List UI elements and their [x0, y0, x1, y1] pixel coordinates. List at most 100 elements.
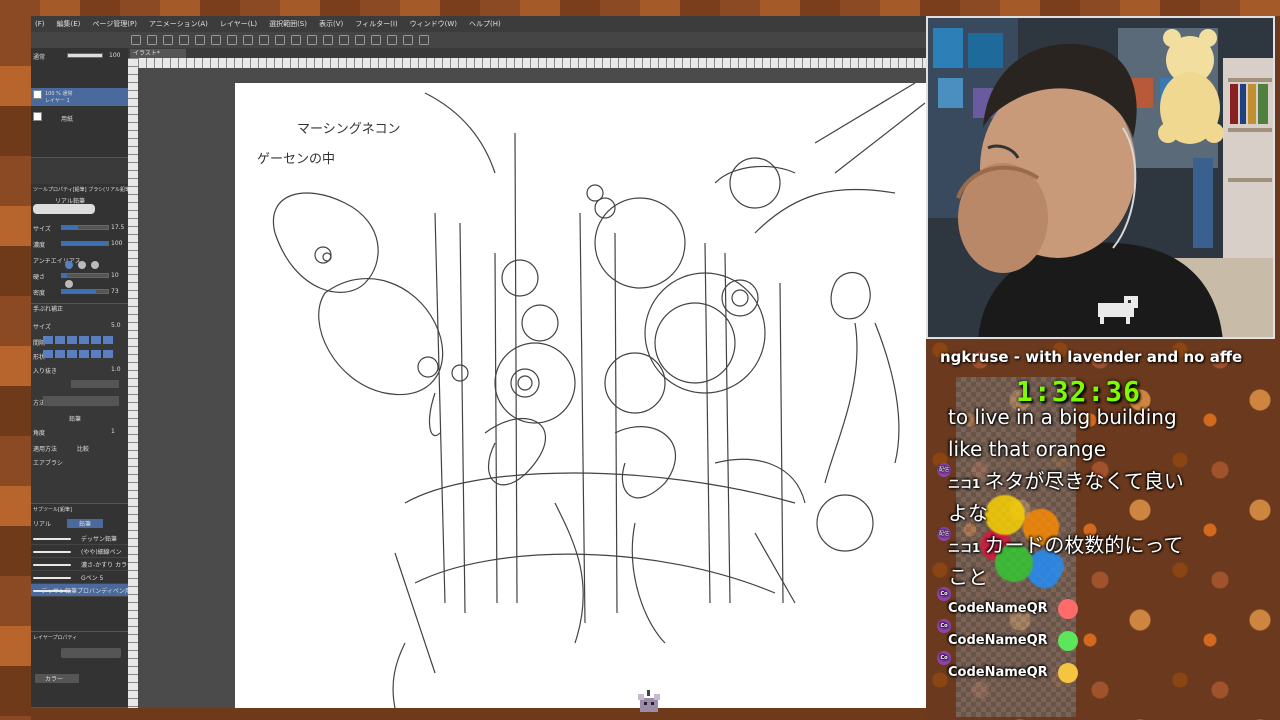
shape-selector[interactable] [43, 350, 113, 358]
invert-selection-icon[interactable] [339, 35, 349, 45]
chat-text: こと [948, 565, 988, 589]
menu-bar: (F) 編集(E) ページ管理(P) アニメーション(A) レイヤー(L) 選択… [31, 16, 926, 32]
ruler-icon[interactable] [355, 35, 365, 45]
menu-view[interactable]: 表示(V) [319, 19, 343, 29]
drawing-paper[interactable]: マーシングネコン ゲーセンの中 [235, 83, 926, 708]
snap-icon[interactable] [387, 35, 397, 45]
menu-help[interactable]: ヘルプ(H) [469, 19, 501, 29]
chat-username: ニコ1 [948, 541, 981, 555]
chat-badge: 配信 [937, 527, 951, 541]
settings-icon[interactable] [195, 35, 205, 45]
chat-message: Co CodeNameQR [937, 651, 1248, 689]
canvas-tab[interactable]: イラスト* [130, 49, 186, 58]
webcam-feed [926, 16, 1275, 339]
chat-username: CodeNameQR [948, 633, 1048, 648]
sub-tool-tab-real[interactable]: リアル [33, 519, 51, 528]
canvas-note-2: ゲーセンの中 [257, 152, 335, 167]
density-label: 濃度 [33, 242, 46, 249]
size-slider[interactable] [61, 225, 109, 230]
undo-icon[interactable] [211, 35, 221, 45]
brush-name: デッサン鉛筆 [81, 536, 118, 543]
layer-row-1[interactable]: 100 % 通常 レイヤー 1 [31, 88, 128, 106]
stream-frame-bottom [31, 708, 926, 720]
canvas-note-1: マーシングネコン [297, 122, 400, 137]
antialias-options[interactable] [65, 254, 109, 288]
print-icon[interactable] [179, 35, 189, 45]
texture-density-value: 73 [111, 288, 119, 295]
brush-item[interactable]: (やや)細線ペン [31, 545, 128, 558]
clip-studio-window: (F) 編集(E) ページ管理(P) アニメーション(A) レイヤー(L) 選択… [31, 16, 926, 708]
stroke-options[interactable] [71, 380, 119, 388]
brush-name: Gペン 5 [81, 575, 104, 582]
brush-name: 濃さ-かすり カラー [81, 562, 134, 569]
brush-stroke-preview [33, 564, 71, 566]
crop-icon[interactable] [291, 35, 301, 45]
brush-item[interactable]: デッサン鉛筆プロバンディペン用 [31, 584, 131, 597]
left-panel: 通常 100 100 % 通常 レイヤー 1 用紙 ツールプロパティ[鉛筆] ブ… [31, 48, 133, 708]
interval-selector[interactable] [43, 336, 113, 344]
hardness-slider[interactable] [61, 273, 109, 278]
deselect-icon[interactable] [323, 35, 333, 45]
loading-icon[interactable] [243, 35, 253, 45]
size-value: 17.5 [111, 224, 125, 231]
smile-emote [1058, 598, 1079, 619]
fill-icon[interactable] [259, 35, 269, 45]
menu-selection[interactable]: 選択範囲(S) [269, 19, 307, 29]
density-slider[interactable] [61, 241, 109, 246]
chat-badge: Co [937, 651, 951, 665]
layer-property-header: レイヤープロパティ [33, 635, 78, 641]
layer-opacity-value: 100 [109, 52, 121, 59]
detail-row-label: 鉛筆 [69, 416, 82, 423]
method-selector[interactable] [43, 396, 119, 406]
thumbs-up-emote [1058, 662, 1079, 683]
chat-message: Co CodeNameQR [937, 587, 1248, 625]
layer-color-dropdown[interactable]: カラー [35, 674, 80, 683]
brush-stroke-preview [33, 551, 71, 553]
chat-badge: Co [937, 619, 951, 633]
clear-icon[interactable] [307, 35, 317, 45]
menu-animation[interactable]: アニメーション(A) [149, 19, 208, 29]
detail-row-value: 5.0 [111, 322, 121, 329]
layer-effect-icons[interactable] [61, 648, 121, 658]
layer-opacity-slider[interactable] [67, 53, 103, 58]
pen-icon[interactable] [371, 35, 381, 45]
chat-message: like that orange [948, 433, 1248, 465]
detail-row-value[interactable]: 比較 [77, 444, 89, 453]
texture-density-slider[interactable] [61, 289, 109, 294]
save-icon[interactable] [163, 35, 173, 45]
menu-edit[interactable]: 編集(E) [57, 19, 81, 29]
layer-name: 100 % 通常 レイヤー 1 [45, 91, 73, 104]
size-label: サイズ [33, 226, 51, 233]
chat-text: like that orange [948, 437, 1107, 461]
sub-tool-header: サブツール[鉛筆] [33, 507, 72, 513]
new-file-icon[interactable] [131, 35, 141, 45]
brush-item[interactable]: 濃さ-かすり カラー [31, 558, 133, 571]
chat-text: to live in a big building [948, 405, 1177, 429]
sub-tool-tab-pencil[interactable]: 鉛筆 [67, 519, 104, 528]
layer-row-paper[interactable]: 用紙 [31, 110, 128, 124]
redo-icon[interactable] [227, 35, 237, 45]
stream-frame-left [0, 16, 31, 720]
open-file-icon[interactable] [147, 35, 157, 45]
brush-item[interactable]: デッサン鉛筆 [31, 532, 128, 545]
transform-icon[interactable] [275, 35, 285, 45]
menu-file[interactable]: (F) [35, 20, 45, 28]
menu-filter[interactable]: フィルター(I) [355, 19, 397, 29]
layer-property-palette: レイヤープロパティ カラー [31, 632, 128, 708]
grid-icon[interactable] [403, 35, 413, 45]
hardness-value: 10 [111, 272, 119, 279]
chat-badge: 配信 [937, 463, 951, 477]
chat-badge: Co [937, 587, 951, 601]
chat-text: ネタが尽きなくて良い [984, 469, 1184, 493]
layer-blend-mode[interactable]: 通常 [33, 52, 45, 61]
chat-text: よな [948, 501, 988, 525]
chat-message: こと [948, 561, 1248, 593]
menu-layer[interactable]: レイヤー(L) [220, 19, 257, 29]
menu-page[interactable]: ページ管理(P) [92, 19, 137, 29]
density-value: 100 [111, 240, 123, 247]
texture-density-label: 密度 [33, 290, 46, 297]
brush-item[interactable]: Gペン 5 [31, 571, 128, 584]
symmetry-icon[interactable] [419, 35, 429, 45]
horizontal-ruler [138, 58, 926, 68]
menu-window[interactable]: ウィンドウ(W) [410, 19, 457, 29]
